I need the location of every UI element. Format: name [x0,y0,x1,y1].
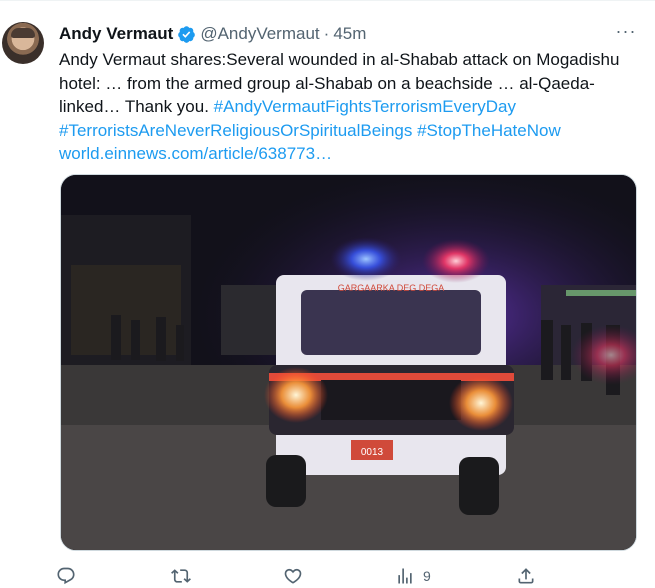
share-icon [518,568,534,584]
separator-dot: · [323,24,330,43]
share-button[interactable] [516,564,536,588]
reply-icon [57,567,75,585]
repost-icon [171,569,191,583]
action-bar: 9 [56,564,546,588]
avatar[interactable] [2,22,44,64]
more-options-icon[interactable]: ··· [615,22,637,45]
author-handle[interactable]: @AndyVermaut [200,24,319,44]
article-link[interactable]: world.einnews.com/article/638773… [59,144,332,163]
hashtag-link[interactable]: #AndyVermautFightsTerrorismEveryDay [214,97,516,116]
ambulance-photo: 0013 GARGAARKA DEG DEGA [61,175,636,550]
svg-text:0013: 0013 [361,447,384,458]
reply-button[interactable] [56,564,76,588]
tweet-text-line-4: #TerroristsAreNeverReligiousOrSpiritualB… [59,119,649,143]
tweet-text: Andy Vermaut shares:Several wounded in a… [59,48,649,166]
views-count: 9 [423,568,431,584]
tweet-text-line-3: linked… Thank you. #AndyVermautFightsTer… [59,95,649,119]
timestamp[interactable]: 45m [333,24,366,44]
hashtag-link[interactable]: #TerroristsAreNeverReligiousOrSpiritualB… [59,121,412,140]
tweet[interactable]: Andy Vermaut @AndyVermaut · 45m ··· Andy… [0,0,655,587]
tweet-text-line-5: world.einnews.com/article/638773… [59,142,649,166]
tweet-text-line-2: hotel: … from the armed group al-Shabab … [59,73,595,93]
like-button[interactable] [283,564,303,588]
views-button[interactable]: 9 [395,564,431,588]
author-name[interactable]: Andy Vermaut [59,24,173,44]
heart-icon [284,568,302,584]
tweet-text-line-3-text: linked… Thank you. [59,97,209,116]
views-chart-icon [398,568,412,584]
hashtag-link[interactable]: #StopTheHateNow [417,121,561,140]
vehicle-text: GARGAARKA DEG DEGA [338,283,445,293]
tweet-header: Andy Vermaut @AndyVermaut · 45m [59,23,366,45]
repost-button[interactable] [171,564,191,588]
verified-badge-icon [178,25,196,43]
tweet-media-image[interactable]: 0013 GARGAARKA DEG DEGA [60,174,637,551]
tweet-text-line-1: Andy Vermaut shares:Several wounded in a… [59,50,620,69]
